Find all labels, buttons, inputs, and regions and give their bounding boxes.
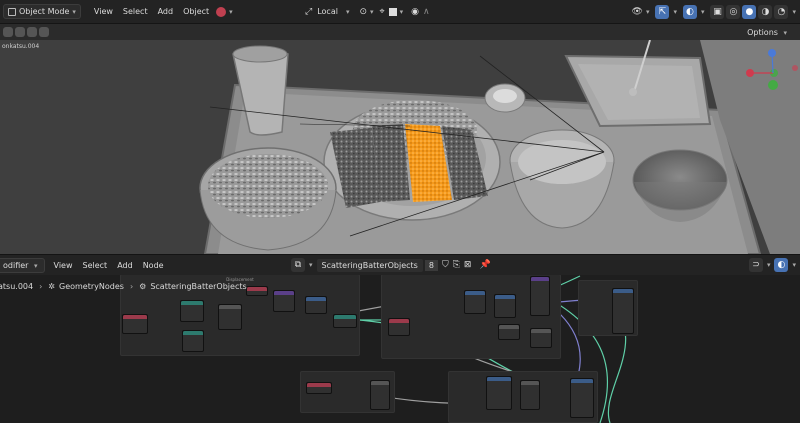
orientation-icon: ⤢ [305, 6, 313, 17]
node-menu-select[interactable]: Select [78, 259, 113, 272]
node[interactable] [218, 304, 242, 330]
material-shading-icon[interactable]: ◑ [758, 5, 773, 19]
chevron-down-icon[interactable]: ▾ [346, 8, 350, 16]
menu-add[interactable]: Add [153, 5, 179, 18]
node[interactable] [333, 314, 357, 328]
modifier-icon: ✲ [48, 281, 55, 291]
visibility-icon[interactable]: 👁 [632, 7, 643, 17]
editor-type-label: odifier [3, 260, 29, 270]
menu-select[interactable]: Select [118, 5, 153, 18]
snap-icon[interactable]: ⌖ [380, 7, 385, 17]
chevron-down-icon[interactable]: ▾ [309, 261, 313, 269]
duplicate-icon[interactable]: ⎘ [453, 260, 460, 270]
snap-target-icon[interactable] [388, 7, 397, 16]
chevron-down-icon[interactable]: ▾ [400, 8, 404, 16]
node[interactable] [498, 324, 520, 340]
node-editor-header: odifier ▾ View Select Add Node ⧉ ▾ Scatt… [0, 254, 800, 275]
chevron-down-icon: ▾ [72, 7, 76, 16]
rendered-shading-icon[interactable]: ◔ [774, 5, 789, 19]
select-intersect-icon[interactable] [39, 27, 49, 37]
unlink-icon[interactable]: ⊠ [464, 260, 472, 270]
overlay-icon[interactable]: ◐ [774, 258, 789, 272]
snap-icon[interactable]: ⊃ [748, 258, 763, 272]
node[interactable] [486, 376, 512, 410]
node-menu-node[interactable]: Node [138, 259, 169, 272]
pin-icon[interactable]: 📌 [479, 260, 490, 270]
breadcrumb: atsu.004 › ✲ GeometryNodes › ⚙ Scatterin… [0, 275, 800, 297]
3d-viewport[interactable]: onkatsu.004 [0, 40, 800, 254]
chevron-down-icon[interactable]: ▾ [646, 8, 650, 16]
chevron-down-icon[interactable]: ▾ [767, 261, 771, 269]
proportional-edit-icon[interactable]: ◉ [411, 7, 419, 17]
object-mode-icon [8, 7, 16, 16]
select-extend-icon[interactable] [15, 27, 25, 37]
wireframe-shading-icon[interactable]: ◎ [726, 5, 741, 19]
node[interactable] [122, 314, 148, 334]
node[interactable] [530, 328, 552, 348]
select-subtract-icon[interactable] [27, 27, 37, 37]
node-tree-icon: ⚙ [139, 281, 147, 291]
gizmo-icon[interactable]: ⇱ [655, 5, 670, 19]
options-label: Options [747, 27, 778, 37]
fake-user-shield-icon[interactable]: ⛉ [442, 260, 449, 270]
viewport-tool-row: Options ▾ [0, 24, 800, 40]
node[interactable] [570, 378, 594, 418]
node[interactable] [494, 294, 516, 318]
node[interactable] [370, 380, 390, 410]
editor-type-dropdown[interactable]: odifier ▾ [0, 257, 45, 273]
chevron-down-icon[interactable]: ▾ [701, 8, 705, 16]
node-group-name-field[interactable]: ScatteringBatterObjects [316, 258, 423, 272]
solid-shading-icon[interactable]: ● [742, 5, 757, 19]
menu-view[interactable]: View [89, 5, 118, 18]
chevron-down-icon[interactable]: ▾ [792, 8, 796, 16]
select-box-icon[interactable] [3, 27, 13, 37]
overlay-icon[interactable]: ◐ [682, 5, 697, 19]
node-menu-add[interactable]: Add [112, 259, 138, 272]
breadcrumb-modifier[interactable]: GeometryNodes [59, 282, 124, 291]
chevron-down-icon[interactable]: ▾ [792, 261, 796, 269]
node-menu-view[interactable]: View [49, 259, 78, 272]
user-count[interactable]: 8 [424, 259, 438, 271]
node[interactable] [180, 300, 204, 322]
breadcrumb-object[interactable]: atsu.004 [0, 282, 33, 291]
breadcrumb-separator-icon: › [129, 281, 134, 291]
chevron-down-icon: ▾ [783, 28, 787, 37]
chevron-down-icon[interactable]: ▾ [370, 8, 374, 16]
node[interactable] [306, 382, 332, 394]
viewport-header: Object Mode ▾ View Select Add Object ▾ ⤢… [0, 0, 800, 24]
transform-orientation-dropdown[interactable]: Local [312, 5, 343, 18]
chevron-down-icon: ▾ [34, 261, 38, 270]
object-mode-dropdown[interactable]: Object Mode ▾ [3, 4, 81, 19]
node[interactable] [182, 330, 204, 352]
chevron-down-icon[interactable]: ▾ [673, 8, 677, 16]
breadcrumb-node-group[interactable]: ScatteringBatterObjects [150, 282, 246, 291]
gizmo-toggle-icon[interactable] [216, 6, 227, 17]
node[interactable] [305, 296, 327, 314]
pivot-icon[interactable]: ⊙ [359, 7, 367, 17]
node-group-browse-icon[interactable]: ⧉ [291, 258, 305, 272]
object-mode-label: Object Mode [19, 7, 70, 16]
options-dropdown[interactable]: Options ▾ [742, 26, 792, 39]
xray-icon[interactable]: ▣ [710, 5, 725, 19]
node[interactable] [388, 318, 410, 336]
breadcrumb-separator-icon: › [39, 281, 43, 291]
falloff-icon[interactable]: ∧ [423, 7, 430, 17]
menu-object[interactable]: Object [178, 5, 214, 18]
scene-render [199, 40, 800, 254]
chevron-down-icon[interactable]: ▾ [229, 8, 233, 16]
node[interactable] [520, 380, 540, 410]
